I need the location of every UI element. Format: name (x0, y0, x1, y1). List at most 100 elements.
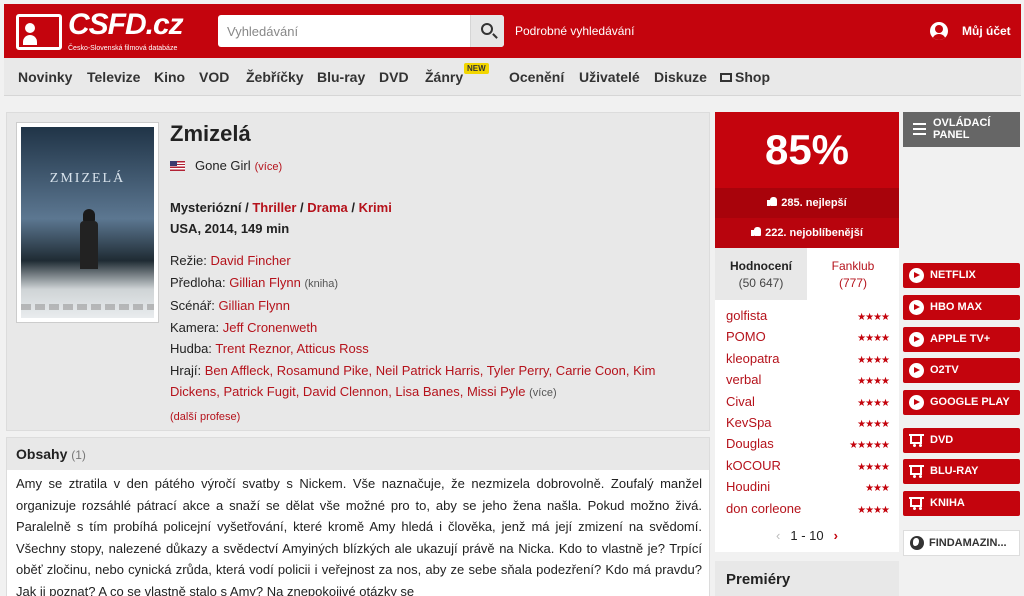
apple-tv-button[interactable]: APPLE TV+ (903, 327, 1020, 352)
netflix-button[interactable]: NETFLIX (903, 263, 1020, 288)
more-professions-link[interactable]: (další profese) (170, 411, 240, 423)
new-badge: NEW (464, 63, 489, 74)
director-link[interactable]: David Fincher (210, 253, 290, 268)
screenplay-link[interactable]: Gillian Flynn (218, 298, 290, 313)
play-icon (909, 395, 924, 410)
synopsis-text: Amy se ztratila v den pátého výročí svat… (16, 476, 702, 596)
cast-links[interactable]: Ben Affleck, Rosamund Pike, Neil Patrick… (170, 363, 656, 400)
list-item: kleopatra ★★★★ (726, 351, 890, 372)
pager-prev-button[interactable]: ‹ (776, 528, 780, 543)
star-rating: ★★★★ (857, 312, 890, 323)
nav-item-diskuze[interactable]: Diskuze (654, 69, 707, 85)
poster-image: ZMIZELÁ (21, 127, 154, 318)
dvd-shop-button[interactable]: DVD (903, 428, 1020, 453)
star-rating: ★★★★ (857, 461, 890, 473)
tab-fanclub-label: Fanklub (831, 259, 875, 273)
logo-word: CSFD.cz (68, 8, 184, 41)
shop-label: KNIHA (930, 497, 965, 509)
play-icon (909, 300, 924, 315)
cast-more-link[interactable]: (více) (529, 387, 557, 399)
film-title: Zmizelá (170, 121, 251, 146)
nav-item-zanry[interactable]: Žánry (425, 69, 463, 85)
list-item: Houdini ★★★ (726, 479, 890, 500)
user-link[interactable]: Cival (726, 394, 755, 409)
rating-panel: 85% 285. nejlepší 222. nejoblíbenější Ho… (715, 112, 899, 552)
cart-icon (909, 434, 924, 447)
nav-item-oceneni[interactable]: Ocenění (509, 69, 564, 85)
hbo-max-button[interactable]: HBO MAX (903, 295, 1020, 320)
menu-icon (913, 123, 926, 135)
service-label: APPLE TV+ (930, 333, 991, 345)
nav-item-zebricky[interactable]: Žebříčky (246, 69, 304, 85)
nav-item-vod[interactable]: VOD (199, 69, 229, 85)
star-rating: ★★★★ (857, 333, 890, 345)
rank-favorite-link[interactable]: 222. nejoblíbenější (715, 218, 899, 248)
bluray-shop-button[interactable]: BLU-RAY (903, 459, 1020, 484)
star-rating: ★★★★ (857, 354, 890, 366)
pager-next-button[interactable]: › (834, 528, 838, 543)
user-link[interactable]: KevSpa (726, 415, 772, 430)
nav-item-uzivatele[interactable]: Uživatelé (579, 69, 640, 85)
tab-fanclub[interactable]: Fanklub (777) (807, 248, 899, 300)
genre-thriller[interactable]: Thriller (252, 200, 296, 215)
service-label: NETFLIX (930, 269, 976, 281)
findamazing-button[interactable]: FINDAMAZIN... (903, 530, 1020, 556)
nav-item-dvd[interactable]: DVD (379, 69, 409, 85)
genre-krimi[interactable]: Krimi (359, 200, 392, 215)
o2tv-button[interactable]: O2TV (903, 358, 1020, 383)
user-link[interactable]: Douglas (726, 436, 774, 451)
star-rating: ★★★★ (857, 418, 890, 430)
header: CSFD.cz Česko-Slovenská filmová databáze… (4, 4, 1021, 58)
user-link[interactable]: POMO (726, 329, 766, 344)
book-shop-button[interactable]: KNIHA (903, 491, 1020, 516)
source-link[interactable]: Gillian Flynn (229, 275, 301, 290)
credit-row-music: Hudba: Trent Reznor, Atticus Ross (170, 338, 700, 360)
tab-ratings-count: (50 647) (738, 276, 784, 290)
search-button[interactable] (470, 15, 504, 47)
list-item: verbal ★★★★ (726, 372, 890, 393)
pager-range: 1 - 10 (790, 528, 824, 543)
synopsis-panel: Obsahy (1) Amy se ztratila v den pátého … (6, 437, 710, 596)
csfd-logo[interactable]: CSFD.cz Česko-Slovenská filmová databáze (16, 8, 186, 54)
nav-item-shop[interactable]: Shop (720, 69, 770, 85)
user-link[interactable]: Houdini (726, 479, 770, 494)
search-input[interactable] (218, 15, 468, 47)
play-icon (909, 332, 924, 347)
credit-label: Předloha: (170, 274, 226, 290)
credit-label: Scénář: (170, 298, 215, 313)
nav-item-kino[interactable]: Kino (154, 69, 185, 85)
service-label: O2TV (930, 364, 959, 376)
account-menu[interactable]: Můj účet (930, 22, 1011, 40)
list-item: POMO ★★★★ (726, 329, 890, 350)
tab-ratings-label: Hodnocení (730, 259, 792, 273)
user-link[interactable]: don corleone (726, 501, 801, 516)
control-panel-button[interactable]: OVLÁDACÍ PANEL (903, 112, 1020, 147)
star-rating: ★★★★ (857, 376, 890, 388)
control-panel-label: OVLÁDACÍ PANEL (933, 117, 991, 141)
genre-drama[interactable]: Drama (307, 200, 347, 215)
film-poster[interactable]: ZMIZELÁ (16, 122, 159, 323)
music-link[interactable]: Trent Reznor, Atticus Ross (215, 341, 368, 356)
source-type: (kniha) (304, 277, 339, 290)
tab-fanclub-count: (777) (838, 276, 867, 290)
google-play-button[interactable]: GOOGLE PLAY (903, 390, 1020, 415)
thumbs-up-icon (751, 227, 762, 236)
rank-best-link[interactable]: 285. nejlepší (715, 188, 899, 218)
original-title-text: Gone Girl (195, 158, 251, 173)
nav-item-bluray[interactable]: Blu-ray (317, 69, 365, 85)
play-icon (909, 268, 924, 283)
original-title-more-link[interactable]: (více) (255, 161, 283, 173)
list-item: Douglas ★★★★★ (726, 436, 890, 457)
user-link[interactable]: kOCOUR (726, 458, 781, 473)
nav-item-televize[interactable]: Televize (87, 69, 140, 85)
user-link[interactable]: golfista (726, 308, 767, 323)
tab-ratings[interactable]: Hodnocení (50 647) (715, 248, 807, 300)
user-link[interactable]: verbal (726, 372, 761, 387)
credit-row-camera: Kamera: Jeff Cronenweth (170, 317, 700, 339)
user-link[interactable]: kleopatra (726, 351, 779, 366)
nav-item-novinky[interactable]: Novinky (18, 69, 72, 85)
advanced-search-link[interactable]: Podrobné vyhledávání (515, 24, 634, 38)
camera-link[interactable]: Jeff Cronenweth (223, 320, 317, 335)
premiery-heading: Premiéry (715, 561, 899, 596)
star-rating: ★★★★★ (849, 440, 890, 452)
